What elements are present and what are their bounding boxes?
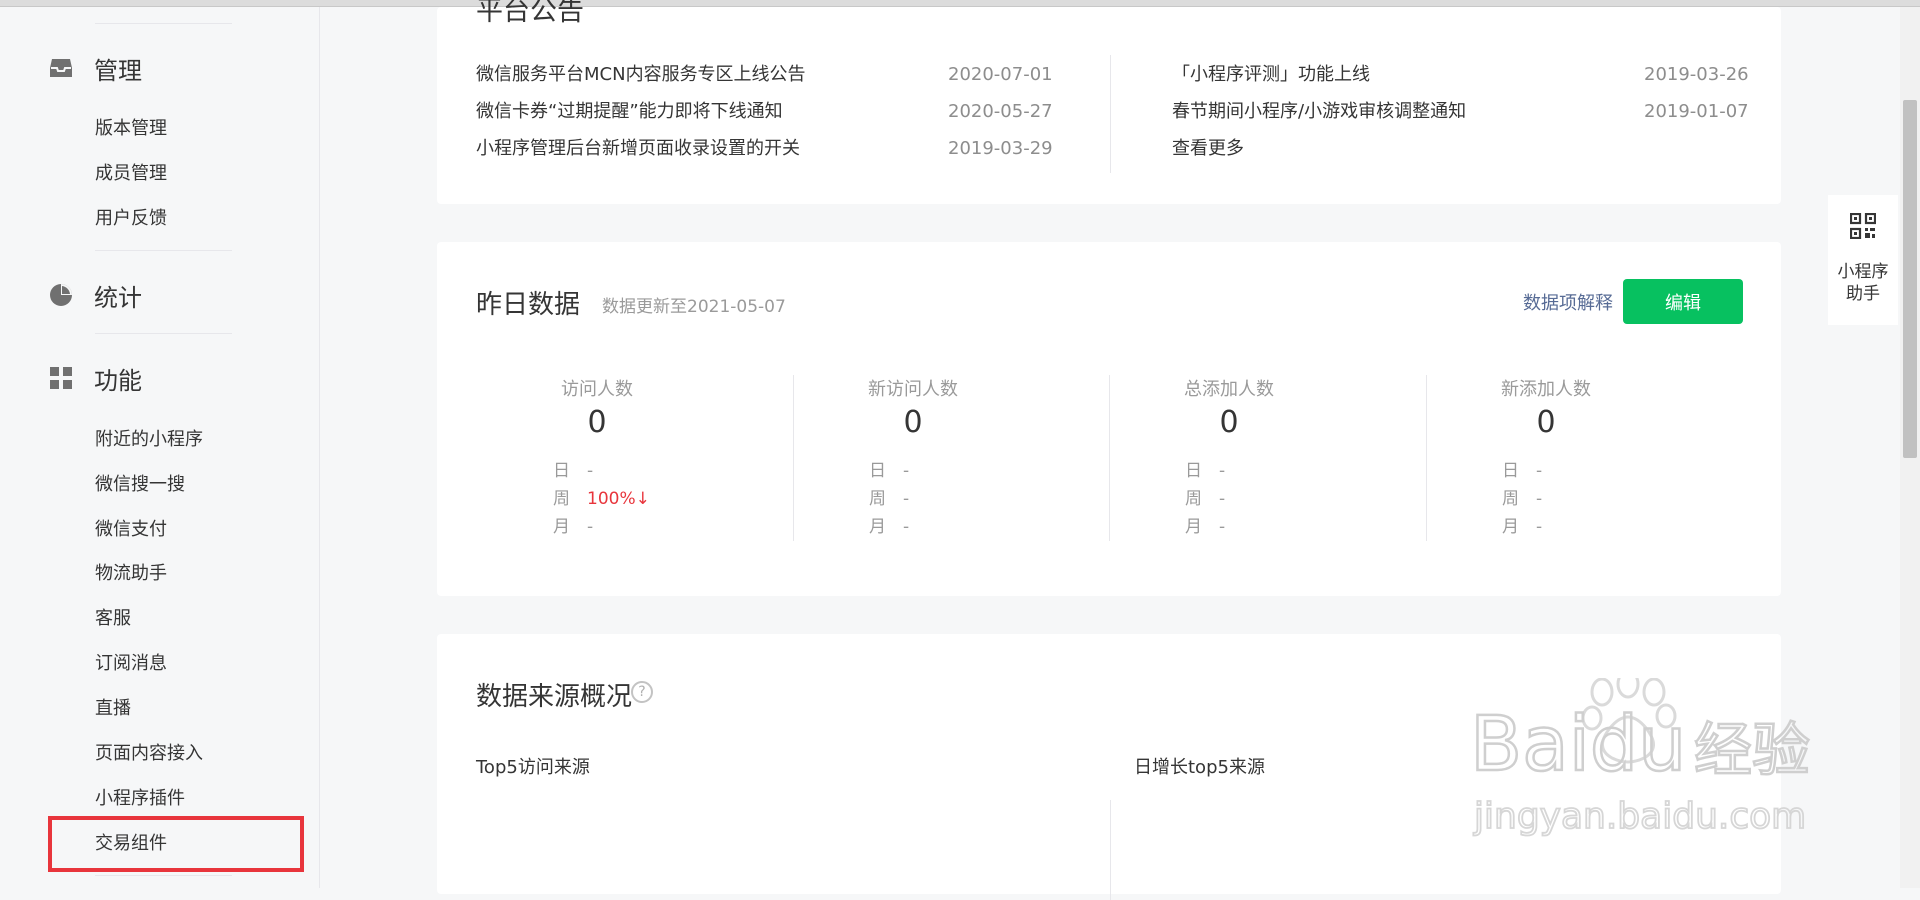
notice-item-title[interactable]: 小程序管理后台新增页面收录设置的开关 [476, 137, 800, 161]
qr-code-icon [1849, 212, 1877, 243]
metric-row-label: 月 [869, 517, 886, 537]
metric-month-change: - [903, 517, 910, 537]
sidebar-group-manage: 管理 [48, 48, 142, 88]
sidebar-group-stats: 统计 [48, 275, 142, 315]
sidebar-group-features: 功能 [48, 358, 142, 398]
sidebar-item-plugins[interactable]: 小程序插件 [95, 787, 185, 811]
metric-week-change: 100%↓ [587, 489, 650, 509]
notice-title: 平台公告 [476, 0, 584, 27]
notice-item-title[interactable]: 微信卡券“过期提醒”能力即将下线通知 [476, 100, 783, 124]
inbox-icon [48, 55, 74, 81]
metric-value: 0 [903, 405, 923, 440]
source-column-divider [1110, 800, 1111, 900]
notice-item-date: 2019-03-26 [1644, 64, 1749, 85]
sidebar-group-label: 统计 [94, 283, 142, 312]
metric-visitors: 访问人数 0 日- 周 100%↓ 月- [439, 375, 755, 543]
help-icon[interactable]: ? [631, 681, 653, 703]
data-explain-link[interactable]: 数据项解释 [1523, 289, 1613, 315]
metric-row-label: 月 [1185, 517, 1202, 537]
sidebar-item-page-content[interactable]: 页面内容接入 [95, 742, 203, 766]
metric-value: 0 [1219, 405, 1239, 440]
metric-row-label: 日 [869, 461, 886, 481]
data-source-title: 数据来源概况 [476, 682, 633, 712]
metric-day-change: - [1219, 461, 1226, 481]
top5-source-label: Top5访问来源 [476, 757, 590, 778]
yesterday-data-title: 昨日数据 [476, 290, 581, 320]
metric-row-label: 周 [1185, 489, 1202, 509]
metric-row-label: 日 [553, 461, 570, 481]
mini-program-helper[interactable]: 小程序 助手 [1828, 195, 1898, 325]
metric-row-label: 月 [553, 517, 570, 537]
metric-day-change: - [903, 461, 910, 481]
notice-column-divider [1110, 55, 1111, 173]
metric-label: 总添加人数 [1184, 379, 1274, 400]
edit-button[interactable]: 编辑 [1623, 279, 1743, 324]
metric-month-change: - [1219, 517, 1226, 537]
data-source-card: 数据来源概况 ? Top5访问来源 日增长top5来源 [437, 634, 1781, 900]
sidebar-item-pay[interactable]: 微信支付 [95, 518, 167, 542]
pie-chart-icon [48, 282, 74, 308]
metric-day-change: - [1536, 461, 1543, 481]
sidebar-item-version[interactable]: 版本管理 [95, 117, 167, 141]
sidebar-item-members[interactable]: 成员管理 [95, 162, 167, 186]
notice-item-date: 2020-07-01 [948, 64, 1053, 85]
notice-more-link[interactable]: 查看更多 [1172, 137, 1244, 161]
metric-row-label: 周 [1502, 489, 1519, 509]
metric-month-change: - [587, 517, 594, 537]
notice-card: 平台公告 微信服务平台MCN内容服务专区上线公告 2020-07-01 微信卡券… [437, 0, 1781, 204]
helper-label: 小程序 助手 [1828, 261, 1898, 305]
metric-week-change: - [903, 489, 910, 509]
sidebar-item-logistics[interactable]: 物流助手 [95, 562, 167, 586]
sidebar: 管理 版本管理 成员管理 用户反馈 统计 功能 附近的小程序 微信搜一搜 微信支… [0, 7, 320, 888]
metric-row-label: 日 [1185, 461, 1202, 481]
notice-item-date: 2019-03-29 [948, 138, 1053, 159]
sidebar-divider [95, 250, 232, 251]
helper-label-line: 小程序 [1837, 262, 1889, 282]
sidebar-divider [95, 875, 232, 876]
sidebar-group-label: 管理 [94, 56, 142, 85]
sidebar-group-label: 功能 [94, 366, 142, 395]
metric-week-change: - [1219, 489, 1226, 509]
metric-month-change: - [1536, 517, 1543, 537]
metric-label: 新访问人数 [868, 379, 958, 400]
browser-top-edge [0, 0, 1920, 7]
sidebar-item-nearby[interactable]: 附近的小程序 [95, 428, 203, 452]
metric-row-label: 日 [1502, 461, 1519, 481]
metric-row-label: 周 [869, 489, 886, 509]
sidebar-item-live[interactable]: 直播 [95, 697, 131, 721]
metric-label: 新添加人数 [1501, 379, 1591, 400]
metric-row-label: 周 [553, 489, 570, 509]
sidebar-item-subscribe[interactable]: 订阅消息 [95, 652, 167, 676]
metric-new-added: 新添加人数 0 日- 周- 月- [1388, 375, 1704, 543]
metric-day-change: - [587, 461, 594, 481]
sidebar-item-customer-service[interactable]: 客服 [95, 607, 131, 631]
metric-new-visitors: 新访问人数 0 日- 周- 月- [755, 375, 1071, 543]
metric-value: 0 [1536, 405, 1556, 440]
metric-row-label: 月 [1502, 517, 1519, 537]
metric-value: 0 [587, 405, 607, 440]
helper-label-line: 助手 [1846, 284, 1880, 304]
daily-growth-source-label: 日增长top5来源 [1134, 757, 1265, 778]
notice-item-date: 2019-01-07 [1644, 101, 1749, 122]
yesterday-data-card: 昨日数据 数据更新至2021-05-07 数据项解释 编辑 访问人数 0 日- … [437, 242, 1781, 596]
notice-item-title[interactable]: 微信服务平台MCN内容服务专区上线公告 [476, 63, 806, 87]
metric-label: 访问人数 [561, 379, 633, 400]
metric-total-added: 总添加人数 0 日- 周- 月- [1071, 375, 1387, 543]
sidebar-item-feedback[interactable]: 用户反馈 [95, 207, 167, 231]
grid-icon [48, 365, 74, 391]
sidebar-divider [95, 23, 232, 24]
scrollbar-thumb[interactable] [1903, 100, 1917, 458]
sidebar-divider [95, 333, 232, 334]
notice-item-title[interactable]: 「小程序评测」功能上线 [1172, 63, 1370, 87]
sidebar-item-search[interactable]: 微信搜一搜 [95, 473, 185, 497]
highlight-annotation-box [48, 816, 304, 872]
notice-item-date: 2020-05-27 [948, 101, 1053, 122]
data-update-time: 数据更新至2021-05-07 [602, 297, 786, 317]
notice-item-title[interactable]: 春节期间小程序/小游戏审核调整通知 [1172, 100, 1466, 124]
metric-week-change: - [1536, 489, 1543, 509]
